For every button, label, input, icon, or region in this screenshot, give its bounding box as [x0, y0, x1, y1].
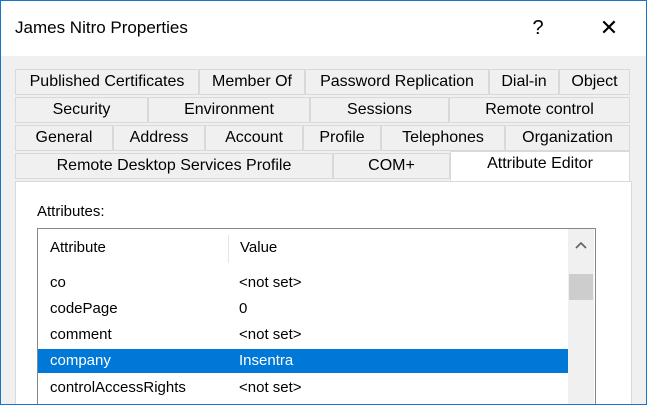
properties-dialog: James Nitro Properties ? ✕ Published Cer… — [0, 0, 647, 405]
tab-com-plus[interactable]: COM+ — [333, 153, 450, 179]
chevron-up-icon — [575, 241, 587, 249]
tab-remote-desktop-services-profile[interactable]: Remote Desktop Services Profile — [15, 153, 333, 179]
tab-general[interactable]: General — [15, 125, 113, 151]
tab-object[interactable]: Object — [559, 69, 630, 95]
attribute-name: co — [50, 274, 66, 291]
attributes-list[interactable]: Attribute Value co <not set> codePage 0 … — [37, 228, 596, 404]
tab-dial-in[interactable]: Dial-in — [489, 69, 559, 95]
attribute-name: comment — [50, 326, 112, 343]
column-header-value[interactable]: Value — [228, 229, 568, 267]
tab-security[interactable]: Security — [15, 97, 148, 123]
window-title: James Nitro Properties — [15, 18, 188, 37]
attribute-value: Insentra — [239, 352, 294, 369]
tab-organization[interactable]: Organization — [505, 125, 630, 151]
attribute-name: codePage — [50, 300, 118, 317]
help-button[interactable]: ? — [521, 11, 555, 45]
title-bar[interactable]: James Nitro Properties ? ✕ — [1, 1, 646, 56]
tab-attribute-editor[interactable]: Attribute Editor — [450, 151, 630, 181]
tab-sessions[interactable]: Sessions — [310, 97, 449, 123]
table-row[interactable]: codePage 0 — [38, 297, 568, 321]
vertical-scrollbar[interactable] — [568, 229, 594, 404]
scrollbar-thumb[interactable] — [569, 274, 593, 300]
column-header-attribute[interactable]: Attribute — [38, 229, 228, 267]
tab-environment[interactable]: Environment — [148, 97, 310, 123]
tab-remote-control[interactable]: Remote control — [449, 97, 630, 123]
attribute-value: 0 — [239, 300, 248, 317]
close-button[interactable]: ✕ — [589, 11, 629, 45]
tab-password-replication[interactable]: Password Replication — [305, 69, 489, 95]
attributes-label: Attributes: — [37, 203, 105, 220]
attribute-value: <not set> — [239, 379, 302, 396]
close-icon: ✕ — [599, 15, 619, 40]
tab-account[interactable]: Account — [205, 125, 303, 151]
tab-telephones[interactable]: Telephones — [381, 125, 505, 151]
table-row[interactable]: controlAccessRights <not set> — [38, 376, 568, 400]
attribute-value: <not set> — [239, 274, 302, 291]
table-row[interactable]: co <not set> — [38, 271, 568, 295]
scroll-up-button[interactable] — [568, 229, 594, 259]
table-row-selected[interactable]: company Insentra — [38, 349, 568, 373]
tab-address[interactable]: Address — [113, 125, 205, 151]
tab-published-certificates[interactable]: Published Certificates — [15, 69, 199, 95]
attribute-value: <not set> — [239, 326, 302, 343]
attribute-name: company — [50, 352, 111, 369]
attribute-name: controlAccessRights — [50, 379, 186, 396]
table-row[interactable]: comment <not set> — [38, 323, 568, 347]
tab-profile[interactable]: Profile — [303, 125, 381, 151]
tab-member-of[interactable]: Member Of — [199, 69, 305, 95]
